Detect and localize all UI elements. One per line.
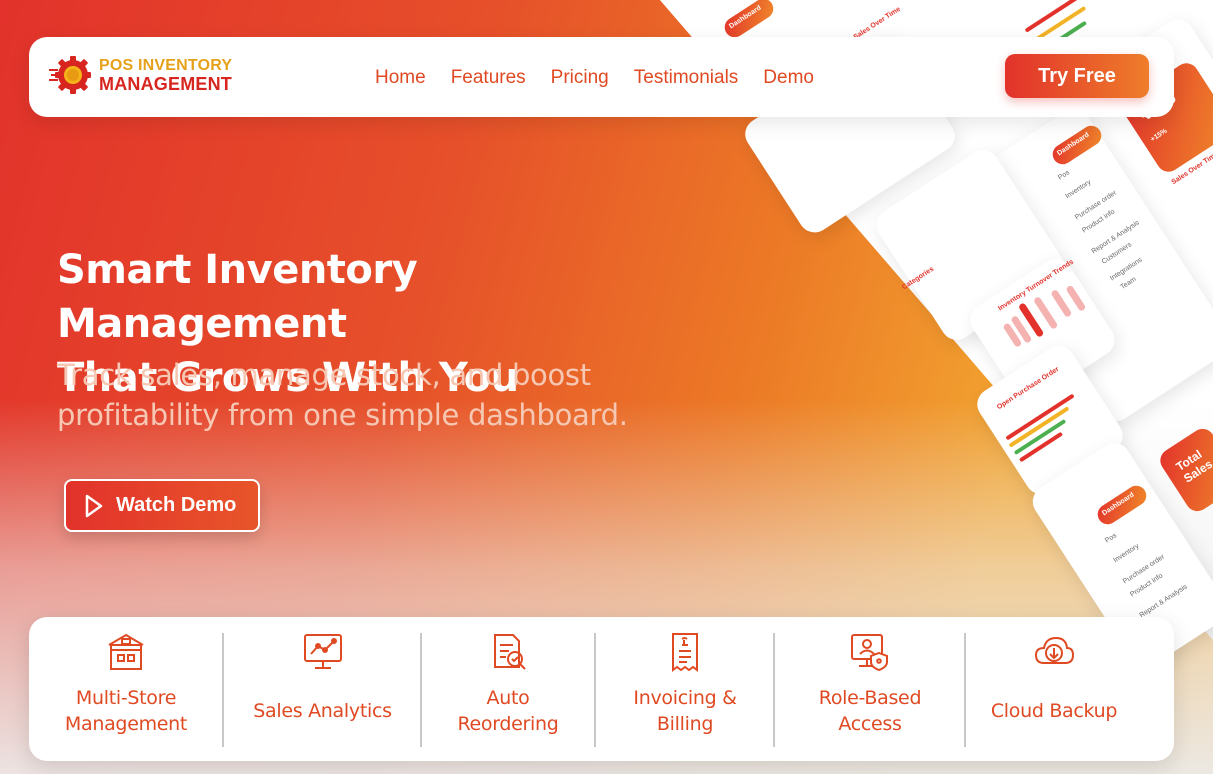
feature-label: Cloud Backup bbox=[990, 700, 1118, 722]
store-icon bbox=[108, 633, 144, 670]
analytics-monitor-icon bbox=[303, 634, 342, 669]
nav-links: Home Features Pricing Testimonials Demo bbox=[375, 67, 839, 89]
hero-subheadline: Track sales, manage stock, and boost pro… bbox=[57, 355, 657, 435]
feature-auto-reordering[interactable]: Auto Reordering bbox=[422, 617, 594, 761]
feature-sales-analytics[interactable]: Sales Analytics bbox=[224, 617, 421, 761]
feature-label: Access bbox=[838, 713, 902, 735]
feature-label: Management bbox=[64, 713, 188, 735]
document-search-icon bbox=[494, 634, 526, 670]
feature-label: Invoicing & bbox=[633, 687, 737, 709]
brand-logo[interactable]: POS INVENTORY MANAGEMENT bbox=[49, 53, 232, 97]
nav-features[interactable]: Features bbox=[451, 67, 526, 89]
receipt-icon bbox=[672, 633, 698, 672]
play-icon bbox=[85, 494, 103, 517]
headline-line1: Smart Inventory Management bbox=[57, 247, 418, 347]
feature-label: Auto bbox=[486, 687, 530, 709]
cloud-download-icon bbox=[1034, 636, 1075, 664]
nav-home[interactable]: Home bbox=[375, 67, 426, 89]
feature-label: Multi-Store bbox=[75, 687, 177, 709]
feature-label: Reordering bbox=[457, 713, 559, 735]
feature-cloud-backup[interactable]: Cloud Backup bbox=[966, 617, 1142, 761]
navbar: POS INVENTORY MANAGEMENT Home Features P… bbox=[29, 37, 1174, 117]
features-bar: Multi-Store Management Sales Analytics A… bbox=[29, 617, 1174, 761]
nav-testimonials[interactable]: Testimonials bbox=[634, 67, 739, 89]
watch-demo-label: Watch Demo bbox=[116, 494, 237, 516]
subline-line2: profitability from one simple dashboard. bbox=[57, 398, 628, 432]
brand-line1: POS INVENTORY bbox=[99, 57, 233, 74]
brand-name: POS INVENTORY MANAGEMENT bbox=[99, 56, 232, 94]
feature-role-based-access[interactable]: Role-Based Access bbox=[775, 617, 965, 761]
gear-coin-logo-icon bbox=[49, 56, 91, 94]
feature-label: Billing bbox=[656, 713, 714, 735]
brand-line2: MANAGEMENT bbox=[99, 74, 232, 94]
nav-demo[interactable]: Demo bbox=[763, 67, 814, 89]
feature-invoicing-billing[interactable]: Invoicing & Billing bbox=[596, 617, 774, 761]
feature-label: Sales Analytics bbox=[253, 700, 392, 722]
subline-line1: Track sales, manage stock, and boost bbox=[57, 358, 591, 392]
nav-pricing[interactable]: Pricing bbox=[551, 67, 609, 89]
mockup-total-label: Total Sales bbox=[1173, 447, 1213, 486]
feature-multi-store[interactable]: Multi-Store Management bbox=[29, 617, 223, 761]
try-free-button[interactable]: Try Free bbox=[1005, 54, 1149, 98]
user-shield-icon bbox=[851, 634, 888, 672]
feature-label: Role-Based bbox=[818, 687, 922, 709]
watch-demo-button[interactable]: Watch Demo bbox=[64, 479, 260, 532]
